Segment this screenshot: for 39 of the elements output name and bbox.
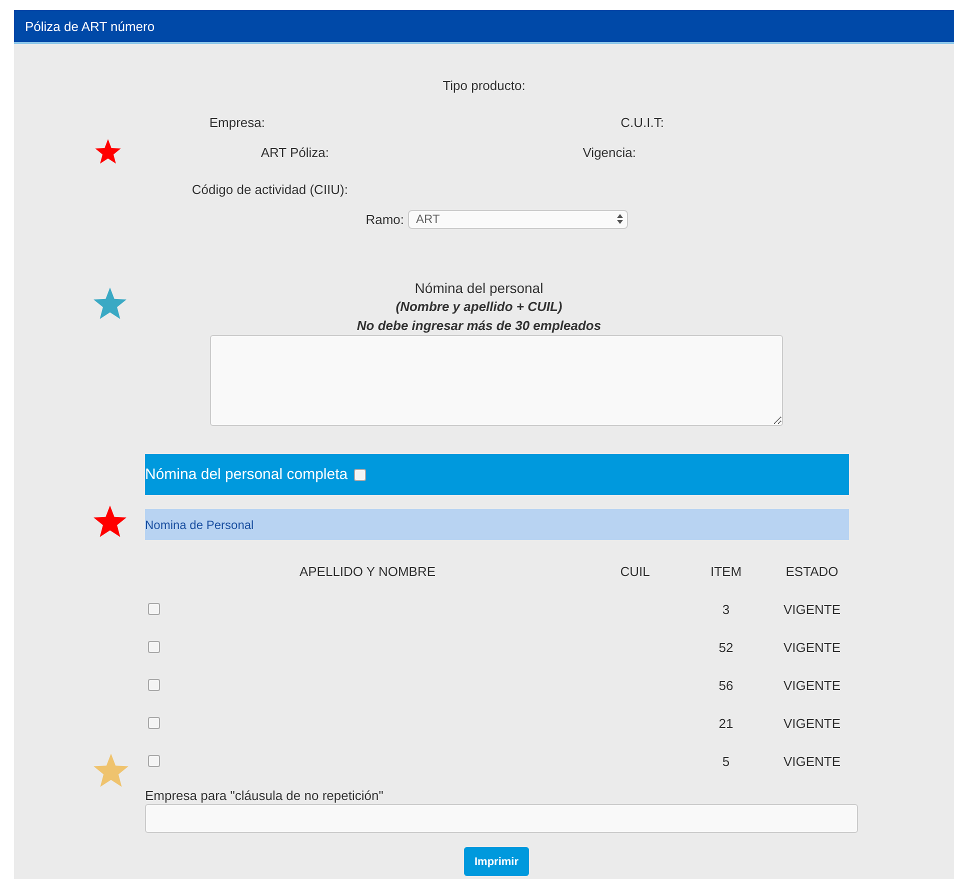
row-checkbox[interactable] — [148, 679, 160, 691]
item-cell-text: 5 — [721, 754, 731, 768]
section-title: Nomina de Personal — [145, 509, 849, 540]
row-checkbox[interactable] — [148, 755, 160, 767]
item-cell-text: 56 — [718, 678, 734, 692]
window-title: Póliza de ART número — [14, 10, 954, 44]
policy-label: ART Póliza: — [260, 144, 329, 160]
staff-list-title: Nómina del personal — [414, 280, 544, 297]
staff-list-field[interactable] — [210, 335, 783, 426]
column-header: ITEM — [709, 564, 743, 578]
print-button[interactable]: Imprimir — [464, 847, 529, 876]
row-checkbox[interactable] — [148, 717, 160, 729]
complete-list-label: Nómina del personal completa — [145, 466, 348, 483]
ramo-label: Ramo: — [364, 212, 404, 226]
no-repetition-field[interactable] — [145, 804, 858, 833]
cuit-label: C.U.I.T: — [620, 114, 664, 130]
select-arrows-icon — [617, 214, 623, 224]
product-type-label: Tipo producto: — [442, 78, 526, 93]
column-header: ESTADO — [784, 564, 840, 578]
status-cell-text: VIGENTE — [782, 678, 842, 692]
activity-code-label: Código de actividad (CIIU): — [190, 182, 348, 196]
staff-list-limit: No debe ingresar más de 30 empleados — [356, 317, 602, 335]
company-label: Empresa: — [208, 114, 265, 130]
complete-list-checkbox[interactable] — [354, 468, 366, 480]
no-repetition-label: Empresa para "cláusula de no repetición" — [145, 788, 384, 803]
column-header: CUIL — [619, 564, 651, 578]
validity-label: Vigencia: — [582, 144, 636, 160]
item-cell-text: 52 — [718, 640, 734, 654]
status-cell-text: VIGENTE — [782, 716, 842, 730]
staff-list-hint: (Nombre y apellido + CUIL) — [396, 298, 562, 316]
row-checkbox[interactable] — [148, 603, 160, 615]
status-cell-text: VIGENTE — [782, 640, 842, 654]
ramo-select[interactable]: ART — [408, 210, 628, 228]
row-checkbox[interactable] — [148, 641, 160, 653]
item-cell-text: 3 — [721, 602, 731, 616]
item-cell-text: 21 — [718, 716, 734, 730]
column-header: APELLIDO Y NOMBRE — [298, 564, 437, 578]
status-cell-text: VIGENTE — [782, 602, 842, 616]
status-cell-text: VIGENTE — [782, 754, 842, 768]
